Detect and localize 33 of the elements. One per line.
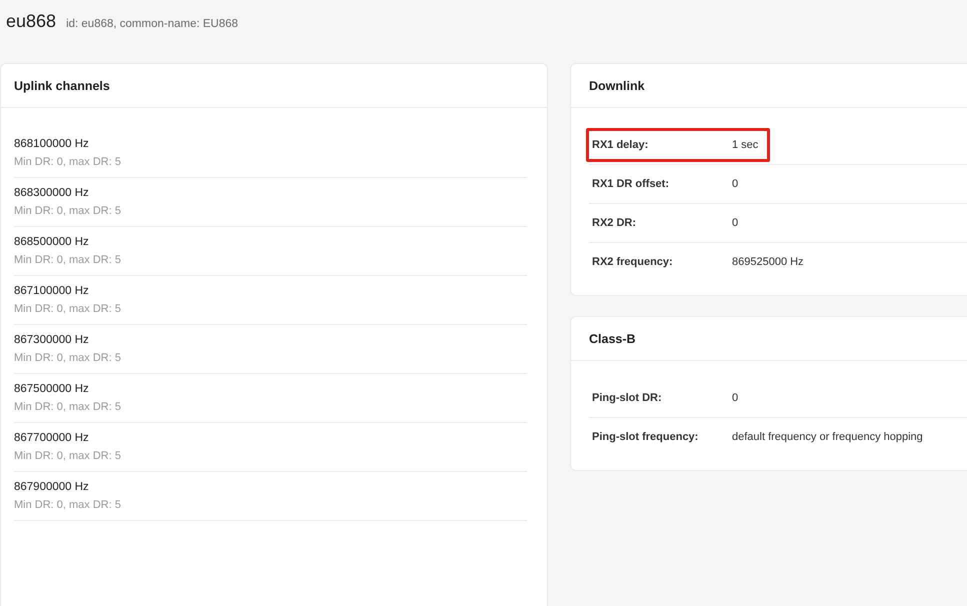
card-title: Downlink: [571, 64, 967, 108]
channel-range: Min DR: 0, max DR: 5: [14, 450, 122, 462]
field-label: RX1 delay:: [592, 139, 650, 151]
field-value: 1 sec: [732, 139, 758, 151]
field-label: RX1 DR offset:: [592, 178, 670, 190]
field-value: 0: [732, 178, 738, 190]
channel-range: Min DR: 0, max DR: 5: [14, 205, 122, 217]
page-subtitle: id: eu868, common-name: EU868: [66, 18, 238, 30]
page-title: eu868: [6, 11, 56, 32]
channel-frequency: 868100000 Hz: [14, 138, 90, 150]
channel-frequency: 868300000 Hz: [14, 187, 90, 199]
field-label: Ping-slot frequency:: [592, 431, 700, 443]
field-label: Ping-slot DR:: [592, 392, 663, 404]
card-title: Uplink channels: [1, 64, 547, 108]
field-label: RX2 frequency:: [592, 256, 674, 268]
channel-range: Min DR: 0, max DR: 5: [14, 401, 122, 413]
channel-frequency: 867900000 Hz: [14, 481, 90, 493]
channel-frequency: 867300000 Hz: [14, 334, 90, 346]
channel-range: Min DR: 0, max DR: 5: [14, 499, 122, 511]
card-title: Class-B: [571, 317, 967, 361]
field-value: 0: [732, 217, 738, 229]
channel-range: Min DR: 0, max DR: 5: [14, 156, 122, 168]
channel-range: Min DR: 0, max DR: 5: [14, 303, 122, 315]
field-value: default frequency or frequency hopping: [732, 431, 923, 443]
channel-frequency: 867700000 Hz: [14, 432, 90, 444]
channel-frequency: 867100000 Hz: [14, 285, 90, 297]
field-label: RX2 DR:: [592, 217, 638, 229]
channel-range: Min DR: 0, max DR: 5: [14, 352, 122, 364]
channel-frequency: 868500000 Hz: [14, 236, 90, 248]
channel-frequency: 867500000 Hz: [14, 383, 90, 395]
field-value: 0: [732, 392, 738, 404]
field-value: 869525000 Hz: [732, 256, 804, 268]
channel-range: Min DR: 0, max DR: 5: [14, 254, 122, 266]
